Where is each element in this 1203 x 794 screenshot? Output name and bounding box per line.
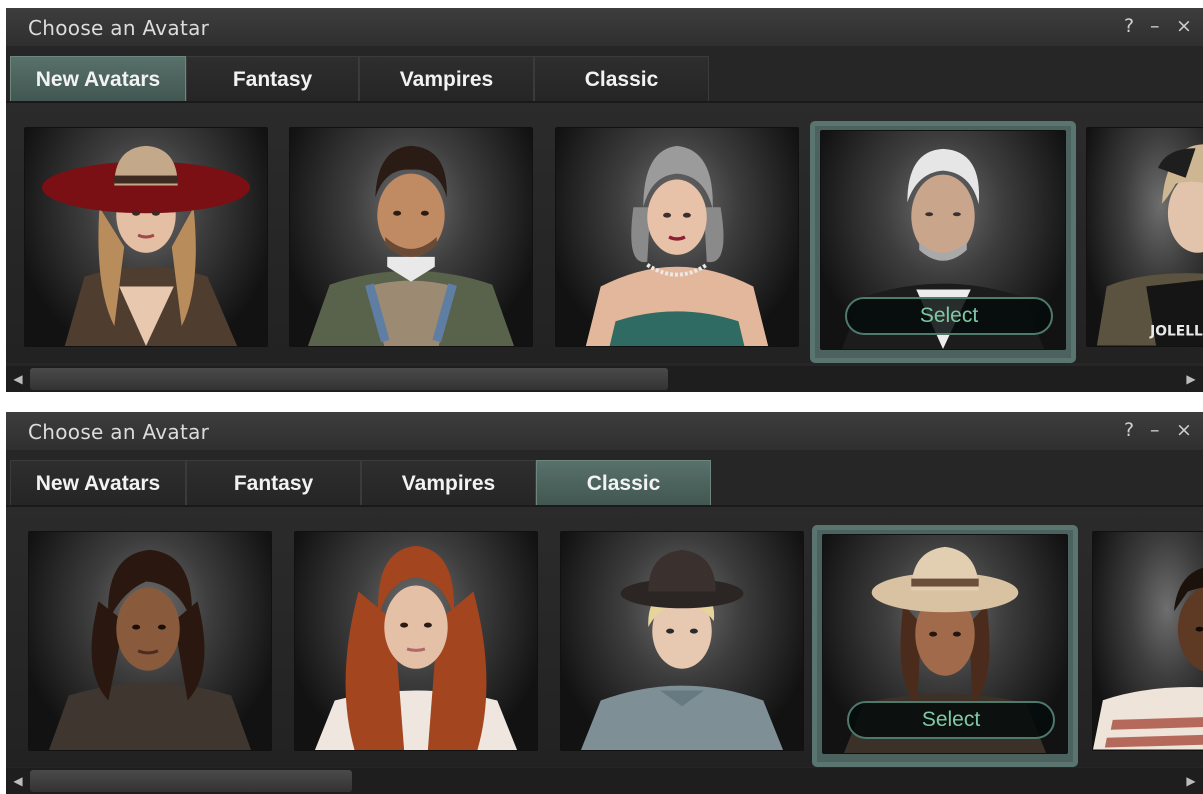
tab-classic[interactable]: Classic [534,56,709,102]
help-icon[interactable]: ? [1124,15,1134,37]
close-icon[interactable]: × [1176,419,1192,441]
window-title: Choose an Avatar [28,16,210,40]
shirt-print: JOLELL [1149,324,1203,340]
avatar-image [307,145,515,346]
avatar-image [314,545,518,750]
selected-avatar-card[interactable]: Select [810,121,1076,363]
tab-new-avatars[interactable]: New Avatars [10,56,186,102]
scroll-right-icon[interactable]: ▶ [1183,773,1199,789]
tab-classic[interactable]: Classic [536,460,711,506]
minimize-icon[interactable]: – [1150,15,1160,37]
select-button[interactable]: Select [845,297,1053,335]
horizontal-scrollbar[interactable]: ◀ ▶ [6,366,1203,392]
avatar-image: JOLELL [1096,144,1203,346]
avatar-thumbnail[interactable] [289,127,533,347]
avatar-strip: Select [6,507,1203,767]
tab-vampires[interactable]: Vampires [361,460,536,506]
scroll-left-icon[interactable]: ◀ [10,371,26,387]
title-bar[interactable]: Choose an Avatar ? – × [6,412,1203,451]
scrollbar-thumb[interactable] [30,770,352,792]
tab-fantasy[interactable]: Fantasy [186,460,361,506]
title-bar[interactable]: Choose an Avatar ? – × [6,8,1203,47]
avatar-strip: Select JOLELL [6,103,1203,363]
avatar-thumbnail[interactable]: Select [820,130,1066,350]
scroll-right-icon[interactable]: ▶ [1183,371,1199,387]
scroll-left-icon[interactable]: ◀ [10,773,26,789]
help-icon[interactable]: ? [1124,419,1134,441]
avatar-thumbnail[interactable] [1092,531,1203,751]
tab-vampires[interactable]: Vampires [359,56,534,102]
window-title: Choose an Avatar [28,420,210,444]
tab-bar: New Avatars Fantasy Vampires Classic [6,46,1203,102]
selected-avatar-card[interactable]: Select [812,525,1078,767]
horizontal-scrollbar[interactable]: ◀ ▶ [6,768,1203,794]
avatar-picker-window: Choose an Avatar ? – × New Avatars Fanta… [6,8,1203,392]
tab-fantasy[interactable]: Fantasy [186,56,359,102]
avatar-thumbnail[interactable] [24,127,268,347]
avatar-image [580,549,784,750]
select-button[interactable]: Select [847,701,1055,739]
avatar-thumbnail[interactable] [555,127,799,347]
avatar-thumbnail[interactable]: Select [822,534,1068,754]
avatar-thumbnail[interactable]: JOLELL [1086,127,1203,347]
avatar-image [585,145,769,346]
avatar-image [1093,567,1203,750]
avatar-thumbnail[interactable] [28,531,272,751]
tab-new-avatars[interactable]: New Avatars [10,460,186,506]
close-icon[interactable]: × [1176,15,1192,37]
avatar-picker-window: Choose an Avatar ? – × New Avatars Fanta… [6,412,1203,794]
scrollbar-thumb[interactable] [30,368,668,390]
minimize-icon[interactable]: – [1150,419,1160,441]
avatar-image [41,145,251,346]
avatar-image [48,549,252,750]
avatar-thumbnail[interactable] [294,531,538,751]
avatar-thumbnail[interactable] [560,531,804,751]
tab-bar: New Avatars Fantasy Vampires Classic [6,450,1203,506]
